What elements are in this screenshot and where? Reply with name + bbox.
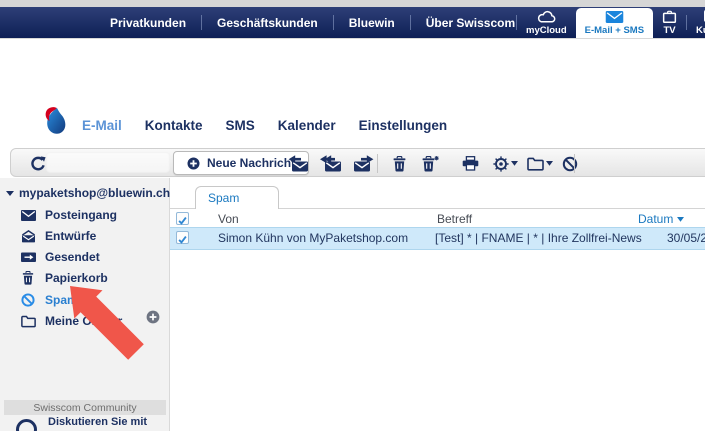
block-icon bbox=[20, 293, 36, 307]
nav-link-bluewin[interactable]: Bluewin bbox=[334, 16, 410, 30]
reply-button[interactable] bbox=[284, 149, 312, 178]
delete-button[interactable] bbox=[387, 149, 411, 178]
app-menu: E-Mail Kontakte SMS Kalender Einstellung… bbox=[82, 118, 447, 133]
chevron-down-icon bbox=[546, 161, 553, 166]
sidebar-item-label: Spam bbox=[45, 293, 78, 307]
check-icon bbox=[177, 215, 188, 226]
forward-button[interactable] bbox=[350, 149, 378, 178]
mail-icon bbox=[605, 11, 624, 23]
reply-all-button[interactable] bbox=[317, 149, 345, 178]
check-icon bbox=[177, 234, 188, 245]
nav-link-privatkunden[interactable]: Privatkunden bbox=[95, 16, 201, 30]
sidebar-item-label: Gesendet bbox=[45, 250, 100, 264]
menu-item-kalender[interactable]: Kalender bbox=[278, 118, 336, 133]
account-row[interactable]: mypaketshop@bluewin.ch bbox=[6, 186, 170, 200]
refresh-icon bbox=[30, 156, 46, 172]
plus-circle-icon bbox=[187, 157, 200, 170]
menu-item-sms[interactable]: SMS bbox=[226, 118, 255, 133]
move-to-folder-button[interactable] bbox=[523, 149, 556, 178]
plus-circle-icon bbox=[146, 310, 160, 324]
toolbar-separator bbox=[377, 154, 378, 173]
app-tv[interactable]: TV bbox=[653, 7, 686, 38]
tab-spam[interactable]: Spam bbox=[195, 186, 279, 209]
sidebar-item-label: Posteingang bbox=[45, 208, 117, 222]
swisscom-logo bbox=[43, 105, 69, 138]
settings-dropdown-button[interactable] bbox=[489, 149, 521, 178]
sidebar-item-spam[interactable]: Spam bbox=[20, 290, 78, 310]
top-nav-links: Privatkunden Geschäftskunden Bluewin Übe… bbox=[95, 7, 530, 38]
community-header: Swisscom Community bbox=[4, 400, 166, 415]
app-email-sms[interactable]: E-Mail + SMS bbox=[576, 8, 653, 38]
menu-item-einstellungen[interactable]: Einstellungen bbox=[359, 118, 448, 133]
tab-label: Spam bbox=[208, 191, 239, 205]
sidebar-item-entwuerfe[interactable]: Entwürfe bbox=[20, 226, 96, 246]
folder-icon bbox=[527, 157, 544, 171]
message-date[interactable]: 30/05/20 bbox=[667, 231, 705, 245]
block-icon bbox=[562, 156, 578, 172]
printer-icon bbox=[462, 156, 479, 171]
menu-item-email[interactable]: E-Mail bbox=[82, 118, 122, 133]
app-label: Kunde bbox=[696, 25, 705, 36]
app-label: TV bbox=[663, 25, 675, 36]
tv-icon bbox=[662, 10, 677, 23]
reply-icon bbox=[287, 155, 309, 172]
forward-icon bbox=[353, 155, 375, 172]
toolbar-separator bbox=[574, 154, 575, 173]
community-link[interactable]: Diskutieren Sie mit bbox=[48, 416, 147, 428]
app-mycloud[interactable]: myCloud bbox=[517, 7, 576, 38]
column-header-datum[interactable]: Datum bbox=[638, 212, 684, 226]
sidebar-item-gesendet[interactable]: Gesendet bbox=[20, 247, 100, 267]
community-header-label: Swisscom Community bbox=[33, 402, 136, 414]
column-header-label: Datum bbox=[638, 212, 673, 226]
drafts-icon bbox=[20, 230, 36, 243]
gear-icon bbox=[493, 156, 509, 172]
add-folder-button[interactable] bbox=[146, 310, 160, 327]
trash-forever-icon bbox=[422, 156, 439, 172]
sidebar-item-label: Entwürfe bbox=[45, 229, 96, 243]
sidebar-item-papierkorb[interactable]: Papierkorb bbox=[20, 268, 108, 288]
sent-icon bbox=[20, 251, 36, 263]
expander-caret-icon bbox=[6, 191, 14, 196]
account-address: mypaketshop@bluewin.ch bbox=[19, 186, 170, 200]
app-kundencenter[interactable]: Kunde bbox=[687, 7, 705, 38]
top-nav-apps: myCloud E-Mail + SMS TV Kunde bbox=[516, 7, 705, 38]
new-message-label: Neue Nachricht bbox=[207, 156, 295, 170]
toolbar-inset bbox=[46, 152, 170, 173]
app-label: E-Mail + SMS bbox=[585, 25, 644, 36]
sidebar-item-meine-ordner[interactable]: Meine Ordner bbox=[20, 311, 122, 331]
trash-icon bbox=[393, 156, 406, 172]
nav-link-ueber-swisscom[interactable]: Über Swisscom bbox=[411, 16, 530, 30]
message-subject[interactable]: [Test] * | FNAME | * | Ihre Zollfrei-New… bbox=[435, 231, 642, 245]
menu-item-kontakte[interactable]: Kontakte bbox=[145, 118, 203, 133]
row-checkbox[interactable] bbox=[176, 231, 189, 244]
chevron-down-icon bbox=[511, 161, 518, 166]
mail-toolbar: Neue Nachricht bbox=[10, 148, 705, 177]
app-label: myCloud bbox=[526, 25, 567, 36]
block-sender-button[interactable] bbox=[558, 149, 582, 178]
message-from[interactable]: Simon Kühn von MyPaketshop.com bbox=[218, 231, 408, 245]
column-header-betreff[interactable]: Betreff bbox=[437, 212, 472, 226]
sidebar-item-posteingang[interactable]: Posteingang bbox=[20, 205, 117, 225]
folder-icon bbox=[20, 315, 36, 328]
inbox-icon bbox=[20, 210, 36, 221]
webmail-screen: Privatkunden Geschäftskunden Bluewin Übe… bbox=[0, 0, 705, 431]
sidebar-item-label: Papierkorb bbox=[45, 271, 108, 285]
cloud-icon bbox=[536, 10, 557, 23]
delete-forever-button[interactable] bbox=[417, 149, 443, 178]
window-top-strip bbox=[0, 0, 705, 7]
reply-all-icon bbox=[320, 155, 342, 172]
sidebar-item-label: Meine Ordner bbox=[45, 314, 122, 328]
select-all-checkbox[interactable] bbox=[176, 212, 189, 225]
top-navigation-bar: Privatkunden Geschäftskunden Bluewin Übe… bbox=[0, 7, 705, 39]
column-header-von[interactable]: Von bbox=[218, 212, 239, 226]
print-button[interactable] bbox=[456, 149, 484, 178]
trash-icon bbox=[20, 271, 36, 285]
sort-down-icon bbox=[677, 217, 684, 222]
nav-link-geschaeftskunden[interactable]: Geschäftskunden bbox=[202, 16, 333, 30]
